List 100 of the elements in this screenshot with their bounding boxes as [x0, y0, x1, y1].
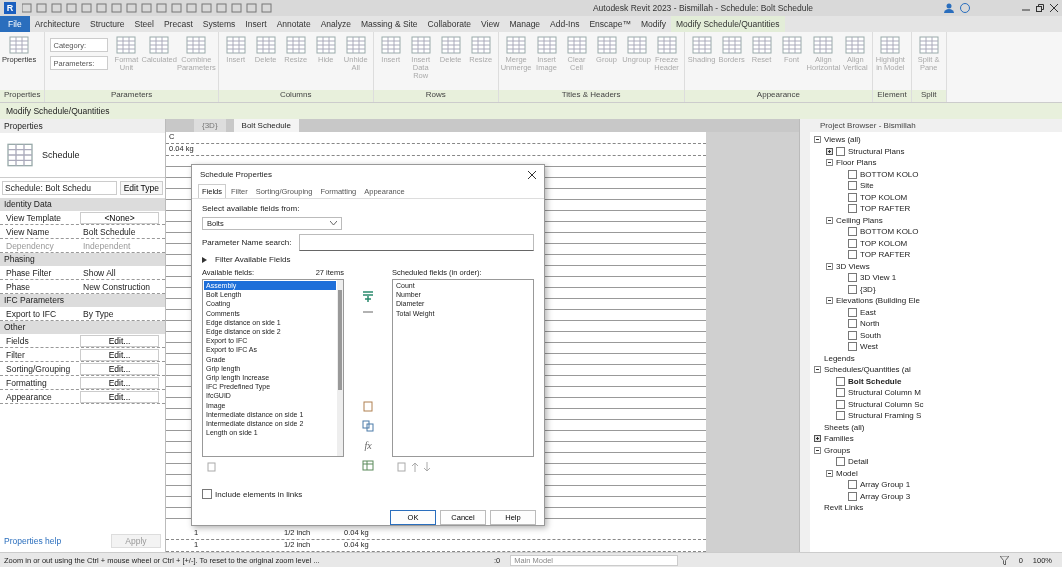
- value-button[interactable]: Edit...: [80, 334, 159, 347]
- instance-selector[interactable]: Schedule: Bolt Schedu: [2, 181, 117, 195]
- property-value[interactable]: New Construction: [80, 281, 165, 292]
- value-button[interactable]: Edit...: [80, 376, 159, 389]
- ribbon-tab[interactable]: Modify Schedule/Quantities: [671, 16, 785, 32]
- tree-item[interactable]: Site: [860, 181, 874, 191]
- property-value[interactable]: By Type: [80, 308, 165, 319]
- collapse-toggle[interactable]: [814, 366, 821, 374]
- tree-item[interactable]: East: [860, 307, 876, 317]
- tree-item[interactable]: Structural Framing S: [848, 411, 922, 421]
- help-icon[interactable]: [960, 3, 970, 13]
- tree-item[interactable]: Sheets (all): [824, 422, 865, 432]
- tree-item[interactable]: 3D View 1: [860, 273, 897, 283]
- ribbon-tab[interactable]: Annotate: [271, 16, 316, 32]
- ribbon-tab[interactable]: Collaborate: [422, 16, 477, 32]
- tree-item[interactable]: Ceiling Plans: [836, 215, 883, 225]
- value-button[interactable]: Edit...: [80, 348, 159, 361]
- ribbon-tab[interactable]: Enscape™: [584, 16, 636, 32]
- tree-item[interactable]: Floor Plans: [836, 158, 877, 168]
- expand-toggle[interactable]: [826, 147, 833, 155]
- property-label: Phase Filter: [5, 267, 53, 278]
- tree-item[interactable]: TOP RAFTER: [860, 204, 911, 214]
- restore-icon[interactable]: [1036, 4, 1044, 12]
- property-value[interactable]: Show All: [80, 267, 165, 278]
- tree-item[interactable]: Elevations (Building Ele: [836, 296, 921, 306]
- ribbon-tab[interactable]: Systems: [197, 16, 241, 32]
- collapse-toggle[interactable]: [814, 446, 821, 454]
- ribbon-tab[interactable]: Massing & Site: [355, 16, 423, 32]
- filter-icon[interactable]: [999, 555, 1009, 565]
- collapse-toggle[interactable]: [814, 136, 821, 144]
- ribbon-tab[interactable]: Precast: [158, 16, 198, 32]
- tree-item[interactable]: Structural Column M: [848, 388, 921, 398]
- tree-item[interactable]: {3D}: [860, 284, 876, 294]
- tree-item[interactable]: BOTTOM KOLO: [860, 227, 919, 237]
- checkbox[interactable]: [202, 489, 212, 499]
- collapse-toggle[interactable]: [826, 297, 833, 305]
- tree-item[interactable]: West: [860, 342, 879, 352]
- tree-item[interactable]: Bolt Schedule: [848, 376, 902, 386]
- tree-item[interactable]: Array Group 1: [860, 480, 911, 490]
- tree-item[interactable]: Revit Links: [824, 503, 864, 513]
- collapse-toggle[interactable]: [826, 262, 833, 270]
- tree-item[interactable]: 3D Views: [836, 261, 870, 271]
- ribbon-tab[interactable]: Insert: [240, 16, 272, 32]
- edit-type-button[interactable]: Edit Type: [119, 181, 163, 195]
- expand-arrow-icon[interactable]: [202, 256, 207, 263]
- tree-item[interactable]: Structural Column Sc: [848, 399, 924, 409]
- expand-toggle[interactable]: [814, 435, 821, 443]
- tree-item[interactable]: Legends: [824, 353, 855, 363]
- formula-button[interactable]: fx: [364, 440, 372, 451]
- ribbon-tab[interactable]: Architecture: [29, 16, 86, 32]
- user-icon[interactable]: [944, 3, 954, 13]
- ribbon-tab[interactable]: Steel: [129, 16, 159, 32]
- tree-item[interactable]: Model: [836, 468, 858, 478]
- add-icon[interactable]: [362, 290, 374, 302]
- combine-icon[interactable]: [362, 420, 374, 432]
- tree-item[interactable]: North: [860, 319, 880, 329]
- ribbon-tab[interactable]: Manage: [504, 16, 546, 32]
- ribbon-tab[interactable]: Analyze: [315, 16, 356, 32]
- ribbon-tab[interactable]: File: [0, 16, 30, 32]
- tree-item[interactable]: Views (all): [824, 135, 861, 145]
- table-icon: [9, 36, 30, 54]
- document-tab[interactable]: {3D}: [194, 119, 226, 132]
- tree-item[interactable]: Structural Plans: [848, 146, 905, 156]
- tree-item[interactable]: Groups: [824, 445, 851, 455]
- property-label: Appearance: [5, 391, 53, 402]
- scrollbar-thumb[interactable]: [338, 290, 342, 390]
- value-button[interactable]: <None>: [80, 211, 159, 224]
- help-link[interactable]: Properties help: [4, 536, 62, 546]
- tree-item[interactable]: Families: [824, 434, 854, 444]
- value-button[interactable]: Edit...: [80, 390, 159, 403]
- tree-item[interactable]: Detail: [848, 457, 869, 467]
- collapse-toggle[interactable]: [826, 469, 833, 477]
- group-header[interactable]: Identity Data: [0, 198, 165, 211]
- tree-item[interactable]: TOP RAFTER: [860, 250, 911, 260]
- tree-item[interactable]: TOP KOLOM: [860, 238, 908, 248]
- tree-item[interactable]: Array Group 3: [860, 491, 911, 501]
- ribbon-tab[interactable]: Modify: [636, 16, 672, 32]
- tree-item[interactable]: TOP KOLOM: [860, 192, 908, 202]
- ribbon-tab[interactable]: Structure: [85, 16, 130, 32]
- ribbon-tab[interactable]: Add-Ins: [545, 16, 585, 32]
- close-icon[interactable]: [1050, 4, 1058, 12]
- filter-toggle[interactable]: Filter Available Fields: [215, 255, 291, 264]
- app-logo[interactable]: R: [4, 2, 16, 14]
- collapse-toggle[interactable]: [826, 159, 833, 167]
- ribbon-tab[interactable]: View: [476, 16, 505, 32]
- document-tab[interactable]: Bolt Schedule: [233, 119, 299, 132]
- value-button[interactable]: Edit...: [80, 362, 159, 375]
- tree-item[interactable]: BOTTOM KOLO: [860, 169, 919, 179]
- close-icon[interactable]: [528, 170, 536, 179]
- collapse-toggle[interactable]: [826, 216, 833, 224]
- property-value[interactable]: Bolt Schedule: [80, 226, 165, 237]
- table-icon: [813, 36, 834, 54]
- tree-item[interactable]: Schedules/Quantities (al: [824, 365, 911, 375]
- tree-item[interactable]: South: [860, 330, 881, 340]
- search-field[interactable]: [299, 234, 534, 251]
- group-header[interactable]: Phasing: [0, 253, 165, 266]
- group-header[interactable]: Other: [0, 321, 165, 334]
- table-icon: [380, 36, 401, 54]
- group-header[interactable]: IFC Parameters: [0, 294, 165, 307]
- table-icon[interactable]: [362, 459, 374, 471]
